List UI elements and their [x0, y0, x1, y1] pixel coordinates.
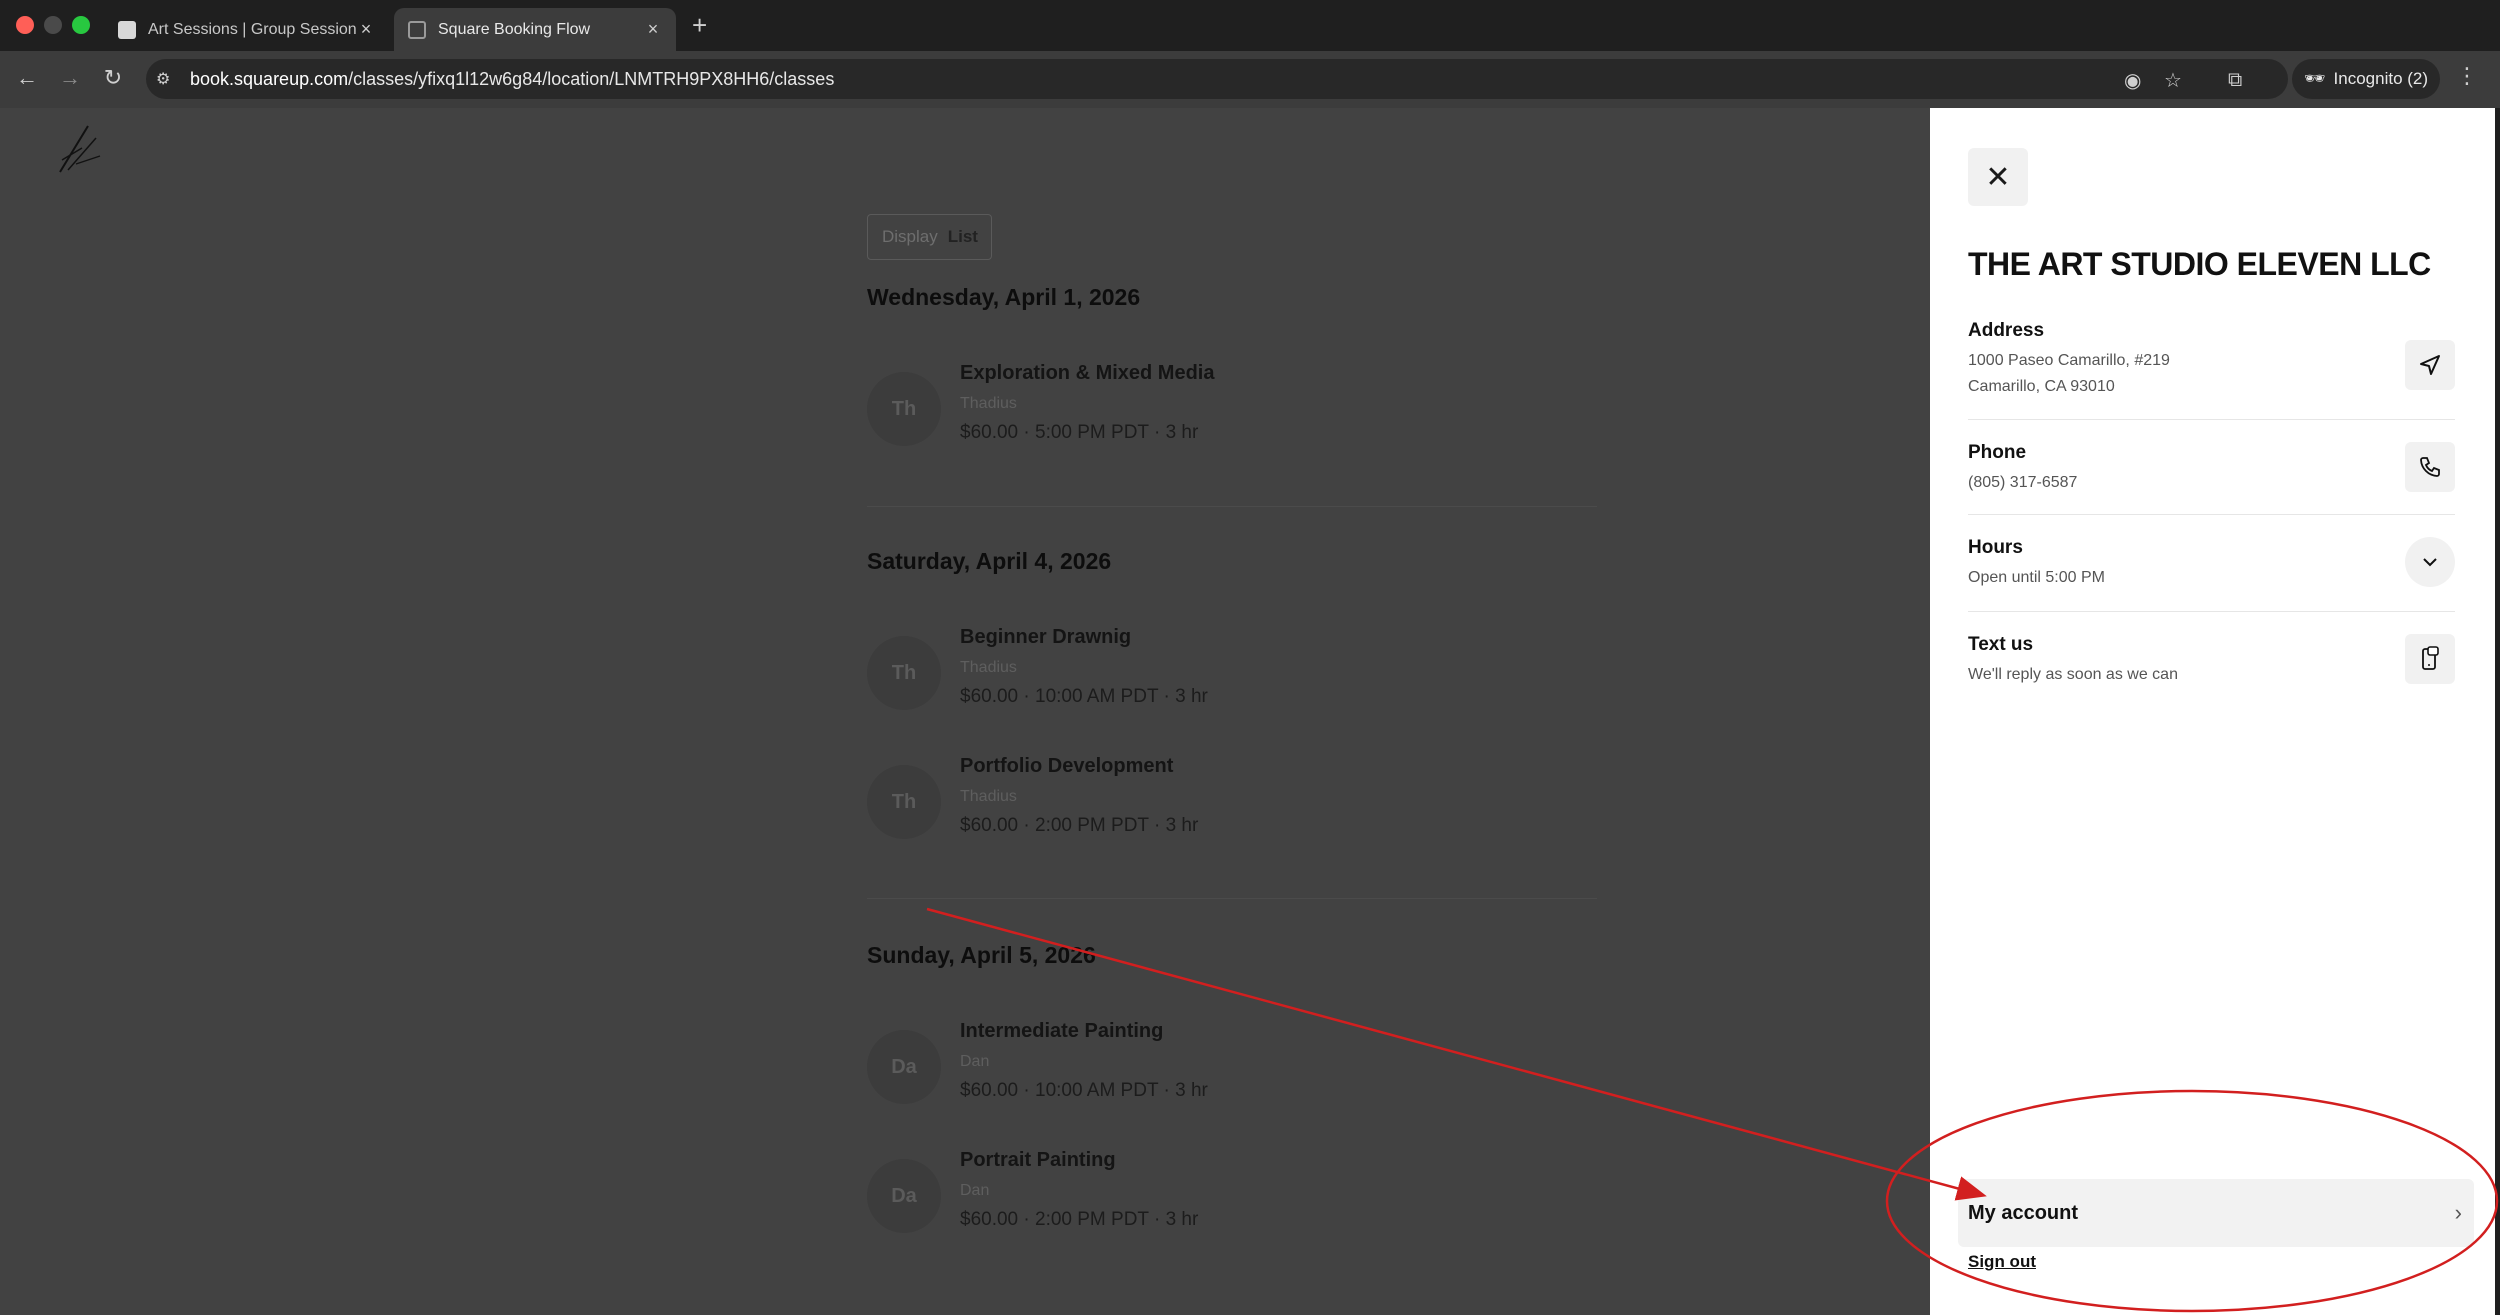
address-row: Address 1000 Paseo Camarillo, #219 Camar…	[1968, 320, 2455, 400]
browser-menu-icon[interactable]: ⋮	[2456, 63, 2478, 89]
class-list-item[interactable]: Th Portfolio Development Thadius $60.00 …	[867, 755, 1567, 855]
business-name: THE ART STUDIO ELEVEN LLC	[1968, 246, 2431, 282]
navigation-arrow-icon	[2420, 355, 2440, 375]
class-name: Portrait Painting	[960, 1149, 1116, 1171]
date-heading: Saturday, April 4, 2026	[867, 548, 1112, 574]
text-us-button[interactable]	[2405, 634, 2455, 684]
hours-row: Hours Open until 5:00 PM	[1968, 537, 2455, 591]
class-list-item[interactable]: Th Beginner Drawnig Thadius $60.00 · 10:…	[867, 626, 1567, 726]
address-line-2: Camarillo, CA 93010	[1968, 378, 2115, 395]
class-list-item[interactable]: Da Portrait Painting Dan $60.00 · 2:00 P…	[867, 1149, 1567, 1249]
browser-toolbar: ← → ↻ ⚙ book.squareup.com/classes/yfixq1…	[0, 51, 2500, 108]
phone-icon	[2420, 457, 2440, 477]
row-divider	[1968, 419, 2455, 420]
forward-arrow-icon[interactable]: →	[55, 65, 85, 91]
class-instructor: Thadius	[960, 788, 1017, 805]
page-viewport: Display List Wednesday, April 1, 2026 Th…	[0, 108, 2500, 1315]
class-list-item[interactable]: Th Exploration & Mixed Media Thadius $60…	[867, 362, 1567, 462]
tab-title: Art Sessions | Group Sessions	[148, 20, 357, 38]
display-view-toggle[interactable]: Display List	[867, 214, 992, 260]
class-price-time: $60.00 · 5:00 PM PDT · 3 hr	[960, 422, 1199, 443]
close-drawer-button[interactable]: ✕	[1968, 148, 2028, 206]
reload-icon[interactable]: ↻	[98, 65, 128, 91]
date-heading: Sunday, April 5, 2026	[867, 942, 1096, 968]
row-divider	[1968, 514, 2455, 515]
close-icon: ✕	[1985, 160, 2011, 194]
business-info-drawer: ✕ THE ART STUDIO ELEVEN LLC Address 1000…	[1930, 108, 2495, 1315]
tab-search-icon[interactable]: ⧉	[2228, 69, 2242, 92]
class-list-item[interactable]: Da Intermediate Painting Dan $60.00 · 10…	[867, 1020, 1567, 1120]
class-instructor: Thadius	[960, 659, 1017, 676]
tab-close-icon[interactable]: ×	[644, 19, 662, 40]
text-us-row: Text us We'll reply as soon as we can	[1968, 634, 2455, 688]
window-minimize-button[interactable]	[44, 16, 62, 34]
address-bar[interactable]: ⚙ book.squareup.com/classes/yfixq1l12w6g…	[146, 59, 2288, 99]
sign-out-link[interactable]: Sign out	[1968, 1252, 2036, 1272]
class-name: Portfolio Development	[960, 755, 1174, 777]
site-settings-icon[interactable]: ⚙	[156, 69, 176, 89]
browser-tab-art-sessions[interactable]: Art Sessions | Group Sessions ×	[104, 8, 389, 51]
class-list-page-dimmed: Display List Wednesday, April 1, 2026 Th…	[0, 108, 1930, 1315]
class-instructor: Thadius	[960, 395, 1017, 412]
back-arrow-icon[interactable]: ←	[12, 65, 42, 91]
art-sessions-favicon-icon	[118, 20, 136, 39]
phone-row: Phone (805) 317-6587	[1968, 442, 2455, 496]
instructor-avatar: Da	[867, 1159, 941, 1233]
studio-logo-icon	[59, 125, 101, 173]
incognito-badge[interactable]: 🕶 Incognito (2)	[2292, 59, 2440, 99]
expand-hours-button[interactable]	[2405, 537, 2455, 587]
date-heading: Wednesday, April 1, 2026	[867, 284, 1141, 310]
class-price-time: $60.00 · 10:00 AM PDT · 3 hr	[960, 1080, 1208, 1101]
url-text[interactable]: book.squareup.com/classes/yfixq1l12w6g84…	[190, 69, 834, 90]
eye-slash-icon[interactable]: ◉	[2124, 68, 2141, 93]
directions-button[interactable]	[2405, 340, 2455, 390]
my-account-button[interactable]: My account ›	[1958, 1179, 2474, 1247]
instructor-avatar: Th	[867, 636, 941, 710]
chevron-down-icon	[2423, 558, 2437, 567]
instructor-avatar: Da	[867, 1030, 941, 1104]
text-us-description: We'll reply as soon as we can	[1968, 666, 2178, 683]
row-divider	[1968, 611, 2455, 612]
window-close-button[interactable]	[16, 16, 34, 34]
window-zoom-button[interactable]	[72, 16, 90, 34]
class-name: Exploration & Mixed Media	[960, 362, 1215, 384]
section-divider	[867, 506, 1597, 507]
class-name: Beginner Drawnig	[960, 626, 1132, 648]
instructor-avatar: Th	[867, 765, 941, 839]
class-price-time: $60.00 · 2:00 PM PDT · 3 hr	[960, 1209, 1199, 1230]
instructor-avatar: Th	[867, 372, 941, 446]
tab-close-icon[interactable]: ×	[357, 19, 375, 40]
class-instructor: Dan	[960, 1182, 990, 1199]
class-instructor: Dan	[960, 1053, 990, 1070]
chevron-right-icon: ›	[2454, 1200, 2462, 1225]
bookmark-star-icon[interactable]: ☆	[2164, 68, 2182, 93]
browser-tab-square-booking[interactable]: Square Booking Flow ×	[394, 8, 676, 51]
address-line-1: 1000 Paseo Camarillo, #219	[1968, 352, 2170, 369]
new-tab-plus-icon[interactable]: +	[692, 10, 707, 41]
mobile-message-icon	[2422, 646, 2439, 670]
hours-status: Open until 5:00 PM	[1968, 569, 2105, 586]
class-price-time: $60.00 · 10:00 AM PDT · 3 hr	[960, 686, 1208, 707]
call-button[interactable]	[2405, 442, 2455, 492]
square-favicon-icon	[408, 20, 426, 39]
section-divider	[867, 898, 1597, 899]
browser-tab-bar: Art Sessions | Group Sessions × Square B…	[0, 0, 2500, 51]
incognito-icon: 🕶	[2303, 69, 2326, 88]
phone-number: (805) 317-6587	[1968, 474, 2078, 491]
class-price-time: $60.00 · 2:00 PM PDT · 3 hr	[960, 815, 1199, 836]
tab-title: Square Booking Flow	[438, 20, 591, 38]
class-name: Intermediate Painting	[960, 1020, 1164, 1042]
